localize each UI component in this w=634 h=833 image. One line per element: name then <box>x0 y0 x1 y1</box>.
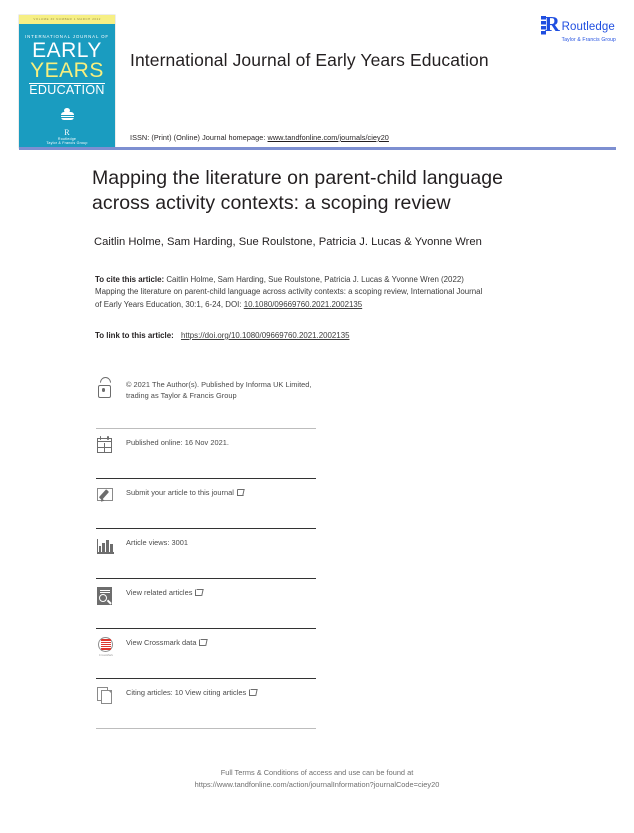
link-label: To link to this article: <box>95 331 174 340</box>
article-title: Mapping the literature on parent-child l… <box>92 167 504 214</box>
cover-word-education-wrap: EDUCATION <box>19 81 115 99</box>
view-related-articles-link[interactable]: View related articles <box>126 588 192 597</box>
cite-doi-link[interactable]: 10.1080/09669760.2021.2002135 <box>244 300 362 309</box>
citation-block: To cite this article: Caitlin Holme, Sam… <box>95 274 490 311</box>
related-articles-search-icon <box>96 585 116 607</box>
metadata-divider <box>96 728 316 729</box>
cover-word-early: EARLY <box>32 39 102 62</box>
cover-publisher-logo: R Routledge Taylor & Francis Group <box>19 127 115 147</box>
header-divider <box>19 147 616 150</box>
submit-article-link[interactable]: Submit your article to this journal <box>126 488 234 497</box>
article-metadata-list: © 2021 The Author(s). Published by Infor… <box>96 371 316 729</box>
metadata-row-copyright: © 2021 The Author(s). Published by Infor… <box>96 371 316 428</box>
cover-word-education: EDUCATION <box>29 82 105 97</box>
crossmark-caption: CrossMark <box>98 653 114 657</box>
footer-terms-line: Full Terms & Conditions of access and us… <box>220 768 414 777</box>
citing-articles-icon <box>96 685 116 707</box>
cover-routledge-r-icon: R <box>64 127 70 137</box>
cover-top-strip: VOLUME 30 NUMBER 1 MARCH 2022 <box>19 15 115 24</box>
metadata-row-published: Published online: 16 Nov 2021. <box>96 429 316 478</box>
copyright-text: © 2021 The Author(s). Published by Infor… <box>126 380 312 400</box>
metadata-row-related-articles[interactable]: View related articles <box>96 579 316 628</box>
crossmark-link-wrap: View Crossmark data <box>126 635 207 649</box>
cover-publisher-sub: Taylor & Francis Group <box>46 141 88 146</box>
issn-prefix: ISSN: (Print) (Online) Journal homepage: <box>130 133 266 142</box>
routledge-name: Routledge <box>561 21 615 33</box>
crossmark-icon: CrossMark <box>96 635 116 657</box>
page-header: VOLUME 30 NUMBER 1 MARCH 2022 INTERNATIO… <box>0 0 634 150</box>
citing-articles-link-wrap: Citing articles: 10 View citing articles <box>126 685 257 699</box>
issn-line: ISSN: (Print) (Online) Journal homepage:… <box>130 133 389 142</box>
published-online-text: Published online: 16 Nov 2021. <box>126 438 229 447</box>
metadata-row-article-views: Article views: 3001 <box>96 529 316 578</box>
external-link-icon <box>199 639 207 646</box>
journal-homepage-link[interactable]: www.tandfonline.com/journals/ciey20 <box>268 133 389 142</box>
open-lock-icon <box>96 374 116 399</box>
footer-url-line: https://www.tandfonline.com/action/journ… <box>194 779 440 789</box>
cover-word-years: YEARS <box>30 59 104 83</box>
article-doi-url-link[interactable]: https://doi.org/10.1080/09669760.2021.20… <box>181 331 349 340</box>
journal-title: International Journal of Early Years Edu… <box>130 49 489 70</box>
bar-chart-icon <box>96 535 116 557</box>
cite-label: To cite this article: <box>95 275 165 284</box>
pencil-document-icon <box>96 485 116 507</box>
metadata-row-crossmark[interactable]: CrossMark View Crossmark data <box>96 629 316 678</box>
article-authors: Caitlin Holme, Sam Harding, Sue Roulston… <box>94 236 482 248</box>
metadata-row-submit[interactable]: Submit your article to this journal <box>96 479 316 528</box>
external-link-icon <box>195 589 203 596</box>
routledge-mark-icon: R <box>540 14 560 36</box>
cover-issue-line: VOLUME 30 NUMBER 1 MARCH 2022 <box>33 17 101 22</box>
routledge-logo: R Routledge Taylor & Francis Group <box>540 14 616 43</box>
view-citing-articles-link[interactable]: Citing articles: 10 View citing articles <box>126 688 246 697</box>
metadata-row-citing-articles[interactable]: Citing articles: 10 View citing articles <box>96 679 316 728</box>
cover-emblem-icon <box>60 107 75 124</box>
link-to-article-block: To link to this article: https://doi.org… <box>95 331 495 340</box>
external-link-icon <box>249 689 257 696</box>
calendar-icon <box>96 435 116 457</box>
submit-article-link-wrap: Submit your article to this journal <box>126 485 244 499</box>
article-cover-page: VOLUME 30 NUMBER 1 MARCH 2022 INTERNATIO… <box>0 0 634 833</box>
page-footer: Full Terms & Conditions of access and us… <box>0 767 634 791</box>
journal-cover-thumbnail[interactable]: VOLUME 30 NUMBER 1 MARCH 2022 INTERNATIO… <box>19 15 115 148</box>
routledge-sub: Taylor & Francis Group <box>561 37 616 43</box>
related-articles-link-wrap: View related articles <box>126 585 203 599</box>
article-views-text: Article views: 3001 <box>126 538 188 547</box>
external-link-icon <box>236 489 244 496</box>
view-crossmark-data-link[interactable]: View Crossmark data <box>126 638 196 647</box>
